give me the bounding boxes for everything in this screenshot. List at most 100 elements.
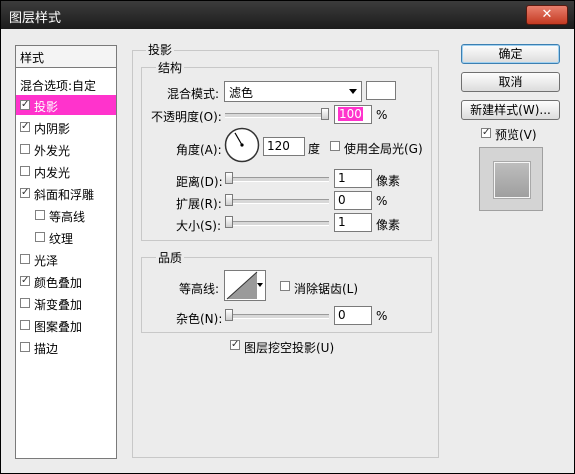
- noise-value: 0: [338, 308, 346, 322]
- angle-unit: 度: [308, 142, 321, 156]
- distance-unit: 像素: [376, 174, 401, 188]
- style-checkbox[interactable]: [20, 320, 30, 330]
- distance-label: 距离(D):: [176, 175, 223, 189]
- style-item-label: 渐变叠加: [34, 298, 83, 312]
- style-list-item[interactable]: ✓ 颜色叠加: [16, 271, 116, 291]
- style-item-label: 斜面和浮雕: [34, 188, 95, 202]
- styles-list: 样式 混合选项:自定 ✓ 投影 ✓ 内阴影外发光内发光 ✓ 斜面和浮雕等高线纹理光泽 ✓ 颜色叠…: [15, 45, 117, 459]
- preview-checkbox[interactable]: ✓: [481, 128, 491, 138]
- opacity-slider[interactable]: [225, 113, 329, 118]
- style-item-label: 描边: [34, 342, 59, 356]
- spread-value: 0: [338, 193, 346, 207]
- style-list-item[interactable]: 混合选项:自定: [16, 74, 116, 94]
- style-checkbox[interactable]: ✓: [20, 100, 30, 110]
- spread-input[interactable]: 0: [334, 191, 372, 210]
- style-checkbox[interactable]: [35, 210, 45, 220]
- style-checkbox[interactable]: [20, 254, 30, 264]
- style-list-item[interactable]: 外发光: [16, 139, 116, 159]
- style-list-item[interactable]: ✓ 投影: [16, 95, 116, 115]
- style-checkbox[interactable]: [20, 144, 30, 154]
- close-button[interactable]: ✕: [526, 5, 568, 25]
- structure-title: 结构: [156, 59, 185, 76]
- size-input[interactable]: 1: [334, 213, 372, 232]
- style-item-label: 光泽: [34, 254, 59, 268]
- global-light-checkbox[interactable]: [330, 141, 340, 151]
- styles-list-header[interactable]: 样式: [16, 46, 116, 68]
- style-list-item[interactable]: ✓ 斜面和浮雕: [16, 183, 116, 203]
- contour-preview-icon: [226, 271, 258, 300]
- knockout-checkbox[interactable]: ✓: [230, 340, 240, 350]
- knockout-label: 图层挖空投影(U): [244, 341, 335, 355]
- style-checkbox[interactable]: [20, 342, 30, 352]
- style-checkbox[interactable]: ✓: [20, 122, 30, 132]
- preview-label: 预览(V): [495, 128, 537, 142]
- style-item-label: 纹理: [49, 232, 74, 246]
- quality-title: 品质: [156, 249, 185, 266]
- styles-header-label: 样式: [20, 51, 45, 65]
- ok-button[interactable]: 确定: [461, 44, 560, 64]
- opacity-label: 不透明度(O):: [151, 110, 222, 124]
- antialias-checkbox[interactable]: [280, 281, 290, 291]
- blend-color-swatch[interactable]: [366, 81, 396, 100]
- contour-label: 等高线:: [179, 282, 220, 296]
- style-checkbox[interactable]: ✓: [20, 276, 30, 286]
- style-item-label: 外发光: [34, 144, 71, 158]
- blend-mode-value: 滤色: [229, 86, 254, 100]
- opacity-slider-thumb[interactable]: [321, 108, 329, 120]
- blend-mode-label: 混合模式:: [167, 87, 220, 101]
- distance-slider[interactable]: [225, 177, 329, 182]
- spread-unit: %: [376, 194, 388, 208]
- chevron-down-icon: [349, 89, 357, 94]
- style-item-label: 混合选项:自定: [20, 79, 97, 93]
- style-list-item[interactable]: 纹理: [16, 227, 116, 247]
- style-checkbox[interactable]: ✓: [20, 188, 30, 198]
- blend-mode-select[interactable]: 滤色: [224, 81, 362, 102]
- angle-label: 角度(A):: [176, 143, 222, 157]
- style-list-item[interactable]: 内发光: [16, 161, 116, 181]
- angle-value: 120: [267, 139, 290, 153]
- noise-slider[interactable]: [225, 314, 329, 319]
- style-checkbox[interactable]: [20, 298, 30, 308]
- noise-slider-thumb[interactable]: [225, 309, 233, 321]
- style-item-label: 颜色叠加: [34, 276, 83, 290]
- angle-dial[interactable]: [224, 127, 260, 163]
- noise-input[interactable]: 0: [334, 306, 372, 325]
- style-item-label: 投影: [34, 100, 59, 114]
- cancel-button[interactable]: 取消: [461, 72, 560, 92]
- angle-input[interactable]: 120: [263, 137, 305, 156]
- opacity-value: 100: [338, 107, 363, 121]
- style-checkbox[interactable]: [20, 166, 30, 176]
- distance-input[interactable]: 1: [334, 169, 372, 188]
- noise-label: 杂色(N):: [176, 312, 223, 326]
- contour-dropdown-icon[interactable]: [257, 283, 263, 287]
- style-list-item[interactable]: 描边: [16, 337, 116, 357]
- style-list-item[interactable]: ✓ 内阴影: [16, 117, 116, 137]
- style-list-item[interactable]: 图案叠加: [16, 315, 116, 335]
- style-list-item[interactable]: 等高线: [16, 205, 116, 225]
- style-item-label: 内阴影: [34, 122, 71, 136]
- distance-slider-thumb[interactable]: [225, 172, 233, 184]
- size-value: 1: [338, 215, 346, 229]
- style-item-label: 图案叠加: [34, 320, 83, 334]
- distance-value: 1: [338, 171, 346, 185]
- spread-slider[interactable]: [225, 199, 329, 204]
- style-preview-swatch: [479, 147, 543, 211]
- window-title: 图层样式: [9, 11, 62, 26]
- style-item-label: 等高线: [49, 210, 86, 224]
- style-list-item[interactable]: 渐变叠加: [16, 293, 116, 313]
- spread-slider-thumb[interactable]: [225, 194, 233, 206]
- size-slider-thumb[interactable]: [225, 216, 233, 228]
- style-item-label: 内发光: [34, 166, 71, 180]
- spread-label: 扩展(R):: [176, 197, 222, 211]
- style-list-item[interactable]: 光泽: [16, 249, 116, 269]
- size-slider[interactable]: [225, 221, 329, 226]
- noise-unit: %: [376, 309, 388, 323]
- global-light-label: 使用全局光(G): [344, 142, 423, 156]
- size-label: 大小(S):: [176, 219, 222, 233]
- opacity-input[interactable]: 100: [334, 105, 372, 124]
- style-checkbox[interactable]: [35, 232, 45, 242]
- antialias-label: 消除锯齿(L): [294, 282, 359, 296]
- layer-style-dialog: 图层样式 ✕ 样式 混合选项:自定 ✓ 投影 ✓ 内阴影外发光内发光 ✓ 斜面和浮雕等高线纹…: [0, 0, 575, 474]
- contour-picker[interactable]: [224, 270, 266, 301]
- new-style-button[interactable]: 新建样式(W)...: [461, 100, 560, 120]
